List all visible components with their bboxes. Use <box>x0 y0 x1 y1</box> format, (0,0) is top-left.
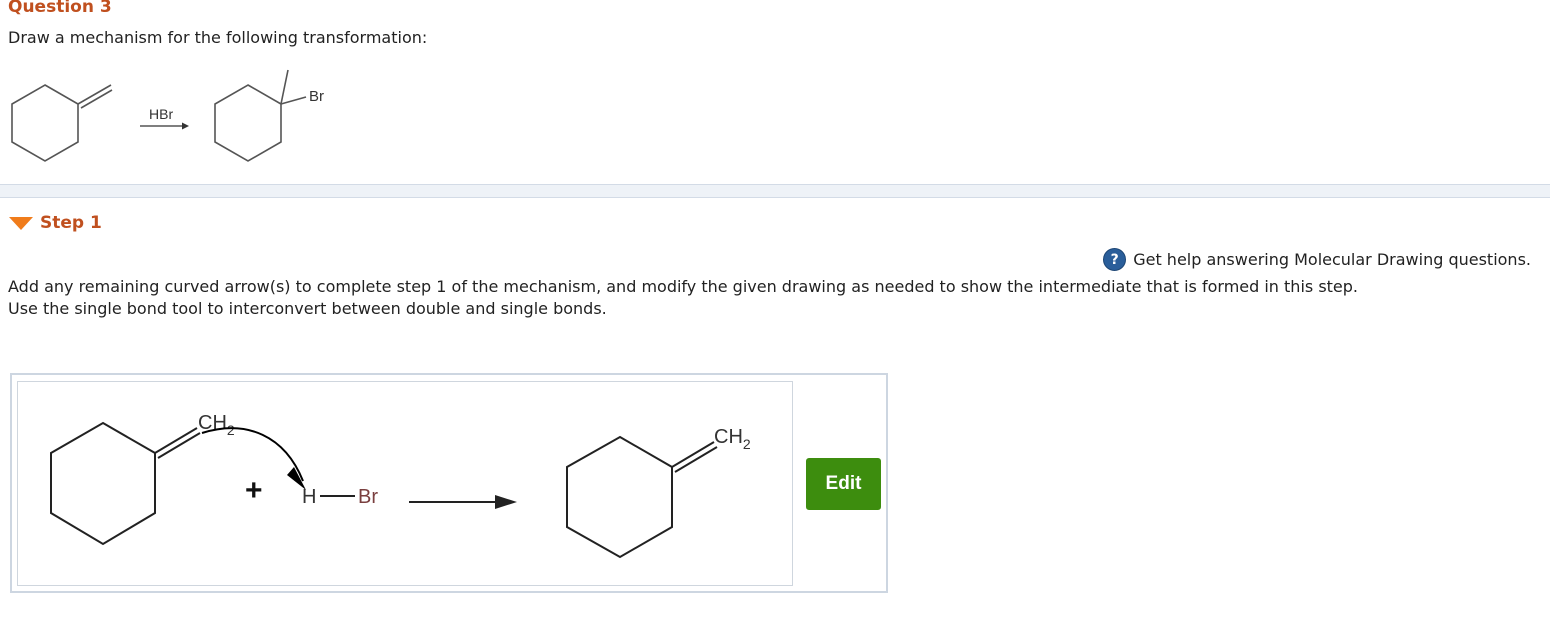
intermediate-ch2-label: CH2 <box>714 426 751 452</box>
question-title: Question 3 <box>8 0 112 17</box>
mechanism-drawing: CH2 + H Br CH2 <box>50 412 751 559</box>
plus-sign: + <box>245 474 263 507</box>
edit-button[interactable]: Edit <box>806 458 881 510</box>
intermediate-ring <box>566 435 718 559</box>
step-label: Step 1 <box>40 213 102 233</box>
section-divider <box>0 184 1550 198</box>
product-molecule <box>214 69 307 162</box>
help-link[interactable]: ? Get help answering Molecular Drawing q… <box>1103 248 1531 271</box>
instruction-line-2: Use the single bond tool to interconvert… <box>8 299 607 318</box>
help-link-text[interactable]: Get help answering Molecular Drawing que… <box>1133 250 1531 269</box>
mechanism-arrow-head <box>495 495 517 509</box>
hbr-bromine-label: Br <box>358 486 378 508</box>
reagent-label: HBr <box>149 106 173 122</box>
reactant-ch2-label: CH2 <box>198 412 235 438</box>
hbr-hydrogen-label: H <box>302 486 316 508</box>
instruction-line-1: Add any remaining curved arrow(s) to com… <box>8 277 1359 296</box>
reaction-scheme: HBr Br <box>11 69 324 162</box>
question-mark-icon[interactable]: ? <box>1103 248 1127 271</box>
product-bromine-label: Br <box>309 88 324 105</box>
question-prompt: Draw a mechanism for the following trans… <box>8 28 428 47</box>
reactant-ring <box>50 421 201 546</box>
reaction-arrow <box>140 122 189 130</box>
collapse-triangle-icon[interactable] <box>9 216 33 230</box>
step-1-toggle[interactable]: Step 1 <box>9 213 102 233</box>
step-instructions: Add any remaining curved arrow(s) to com… <box>8 276 1548 320</box>
reactant-molecule <box>11 84 113 162</box>
